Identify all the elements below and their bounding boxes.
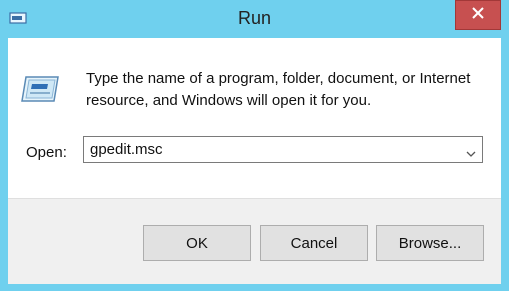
open-combobox[interactable] [83,136,483,163]
chevron-down-icon[interactable] [466,145,476,157]
browse-button[interactable]: Browse... [376,225,484,261]
title-bar[interactable]: Run [0,0,509,38]
run-program-icon [20,75,60,103]
cancel-button[interactable]: Cancel [260,225,368,261]
close-icon [472,6,484,24]
ok-button[interactable]: OK [143,225,251,261]
dialog-description: Type the name of a program, folder, docu… [86,70,471,109]
open-input[interactable] [84,137,460,162]
open-label: Open: [26,144,67,161]
close-button[interactable] [455,0,501,30]
run-dialog-window: Run Type the name of a program, folder, … [0,0,509,291]
window-title: Run [237,8,272,28]
